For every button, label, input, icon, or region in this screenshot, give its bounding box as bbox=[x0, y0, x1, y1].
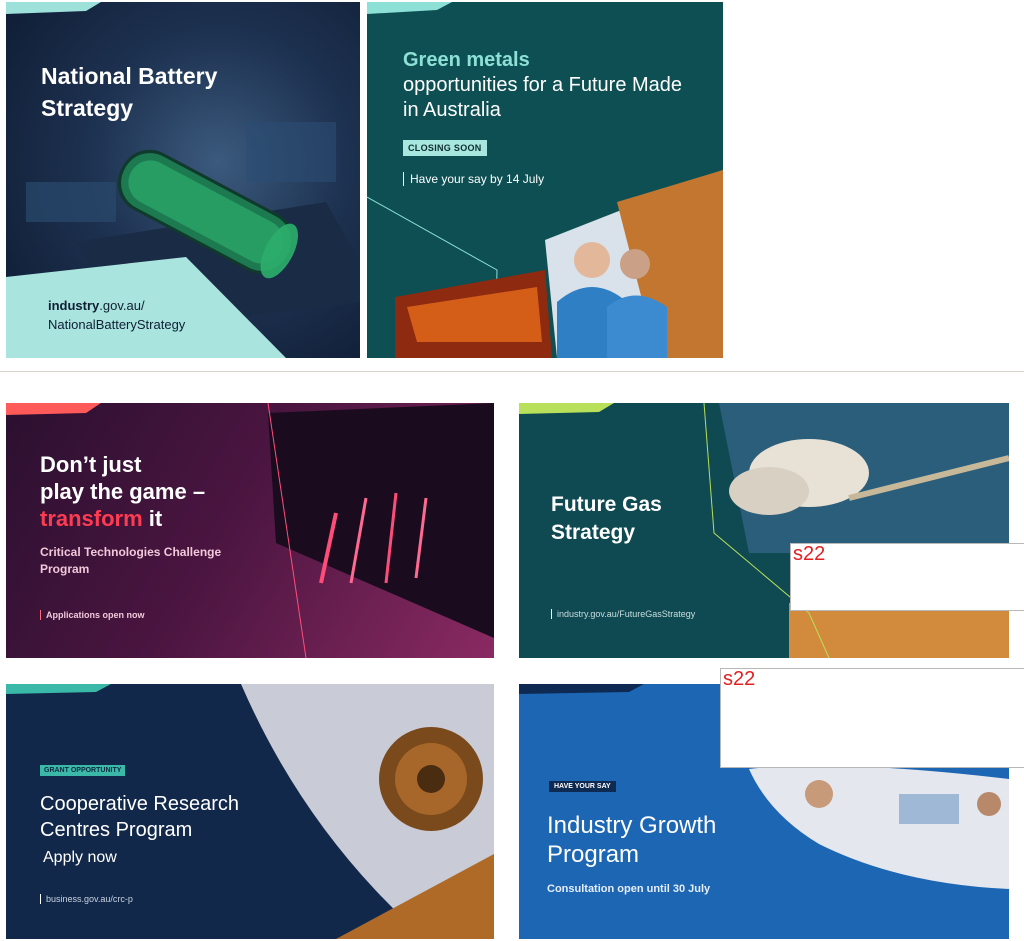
have-your-say-badge: HAVE YOUR SAY bbox=[549, 781, 616, 792]
title-rest: opportunities for a Future Made in Austr… bbox=[403, 74, 683, 121]
tile-url[interactable]: industry.gov.au/FutureGasStrategy bbox=[551, 609, 695, 619]
tile-title: National Battery Strategy bbox=[41, 63, 218, 121]
title-line-1: Don’t just bbox=[40, 452, 142, 477]
tile-title: Future Gas Strategy bbox=[551, 493, 662, 544]
title-highlight: transform bbox=[40, 506, 143, 531]
program-name: Critical Technologies Challenge Program bbox=[40, 545, 222, 576]
tile-cooperative-research-centres[interactable]: GRANT OPPORTUNITY Cooperative Research C… bbox=[6, 684, 494, 939]
url-rest: .gov.au/ bbox=[99, 298, 145, 313]
apply-now-link[interactable]: Apply now bbox=[43, 849, 117, 867]
redaction-label: s22 bbox=[723, 668, 756, 690]
tile-national-battery-strategy[interactable]: National Battery Strategy industry.gov.a… bbox=[6, 2, 360, 358]
section-divider bbox=[0, 371, 1024, 372]
title-line-2: play the game – bbox=[40, 479, 206, 504]
status-text: Applications open now bbox=[40, 610, 145, 620]
tile-future-gas-strategy[interactable]: Future Gas Strategy industry.gov.au/Futu… bbox=[519, 403, 1009, 658]
redaction-box: s22 bbox=[720, 668, 1024, 768]
tile-title: Green metals opportunities for a Future … bbox=[403, 48, 703, 123]
url-path: NationalBatteryStrategy bbox=[48, 317, 186, 332]
tile-green-metals[interactable]: Green metals opportunities for a Future … bbox=[367, 2, 723, 358]
redaction-box: s22 bbox=[790, 543, 1024, 611]
tile-title: Industry Growth Program bbox=[547, 812, 717, 868]
redaction-label: s22 bbox=[793, 543, 826, 565]
tile-title: Cooperative Research Centres Program bbox=[40, 793, 239, 841]
deadline-text: Have your say by 14 July bbox=[403, 172, 544, 186]
consultation-text: Consultation open until 30 July bbox=[547, 883, 711, 895]
title-highlight: Green metals bbox=[403, 49, 530, 71]
tile-url[interactable]: business.gov.au/crc-p bbox=[40, 894, 133, 904]
title-end: it bbox=[142, 506, 163, 531]
tile-title: Don’t just play the game – transform it bbox=[40, 451, 300, 532]
tile-url[interactable]: industry.gov.au/ NationalBatteryStrategy bbox=[48, 296, 185, 334]
tile-critical-technologies[interactable]: Don’t just play the game – transform it … bbox=[6, 403, 494, 658]
url-domain: industry bbox=[48, 298, 100, 313]
grant-badge: GRANT OPPORTUNITY bbox=[40, 765, 126, 776]
status-badge: CLOSING SOON bbox=[403, 140, 487, 156]
